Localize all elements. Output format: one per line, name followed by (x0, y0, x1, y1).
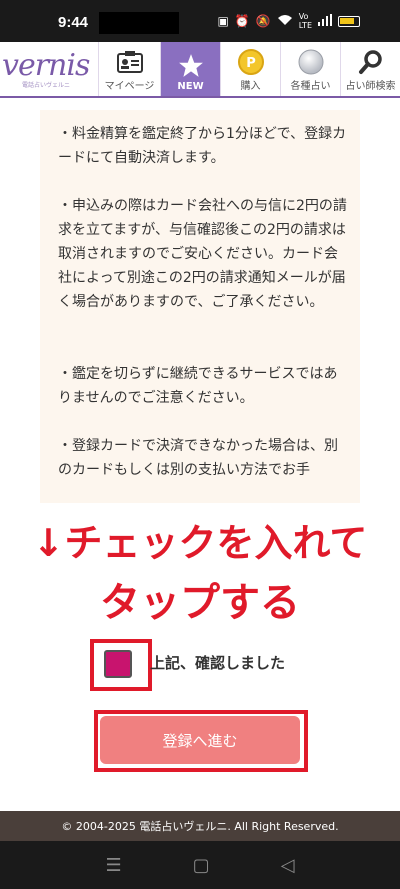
confirm-checkbox[interactable] (104, 650, 132, 678)
recent-apps-icon[interactable]: ☰ (106, 855, 122, 876)
confirm-checkbox-label[interactable]: 上記、確認しました (150, 652, 285, 673)
nav-mypage[interactable]: マイページ (98, 42, 160, 96)
crystal-ball-icon (297, 47, 325, 77)
svg-text:P: P (246, 56, 256, 71)
nav-purchase[interactable]: P 購入 (220, 42, 280, 96)
nav-purchase-label: 購入 (240, 81, 261, 92)
nfc-icon: ▣ (217, 14, 229, 28)
status-icons: ▣ ⏰ 🔕 Vo LTE (217, 12, 360, 30)
proceed-to-register-button[interactable]: 登録へ進む (100, 716, 300, 764)
system-nav-bar: ☰ ▢ ◁ (0, 841, 400, 889)
annotation-line-1: ↓チェックを入れて (32, 521, 368, 565)
terms-content[interactable]: ・料金精算を鑑定終了から1分ほどで、登録カードにて自動決済します。 ・申込みの際… (40, 110, 360, 503)
nav-fortuneteller-search[interactable]: 占い師検索 (340, 42, 400, 96)
annotation-line-2: タップする (100, 580, 300, 626)
nav-mypage-label: マイページ (104, 81, 155, 92)
footer-copyright: © 2004-2025 電話占いヴェルニ. All Right Reserved… (0, 811, 400, 841)
star-icon (178, 51, 204, 81)
logo-text: vernis (2, 48, 90, 83)
terms-paragraph: ・登録カードで決済できなかった場合は、別のカードもしくは別の支払い方法でお手 (58, 438, 338, 478)
status-bar: 9:44 ▣ ⏰ 🔕 Vo LTE (0, 0, 400, 42)
nav-new[interactable]: NEW (160, 42, 220, 96)
status-time: 9:44 (58, 14, 89, 31)
nav-fortune-types-label: 各種占い (290, 81, 331, 92)
nav-new-label: NEW (177, 81, 204, 92)
signal-icon (318, 13, 332, 29)
id-card-icon (116, 47, 143, 77)
mute-icon: 🔕 (255, 14, 271, 28)
alarm-icon: ⏰ (234, 14, 250, 28)
nav-fortuneteller-search-label: 占い師検索 (345, 81, 396, 92)
terms-paragraph: ・申込みの際はカード会社への与信に2円の請求を立てますが、与信確認後この2円の請… (58, 198, 347, 310)
home-icon[interactable]: ▢ (193, 855, 210, 876)
nav-fortune-types[interactable]: 各種占い (280, 42, 340, 96)
battery-icon (338, 15, 360, 27)
search-icon (358, 47, 384, 77)
site-header: vernis 電話占いヴェルニ マイページ NEW P 購入 各種占い 占い師検… (0, 42, 400, 98)
terms-paragraph: ・料金精算を鑑定終了から1分ほどで、登録カードにて自動決済します。 (58, 126, 347, 166)
redacted-area (99, 12, 179, 34)
volte-icon: Vo LTE (298, 12, 312, 30)
coin-icon: P (237, 47, 265, 77)
back-icon[interactable]: ◁ (281, 855, 295, 876)
site-logo[interactable]: vernis 電話占いヴェルニ (0, 42, 98, 96)
wifi-icon (277, 14, 293, 29)
logo-subtitle: 電話占いヴェルニ (22, 82, 71, 89)
terms-paragraph: ・鑑定を切らずに継続できるサービスではありませんのでご注意ください。 (58, 366, 338, 406)
